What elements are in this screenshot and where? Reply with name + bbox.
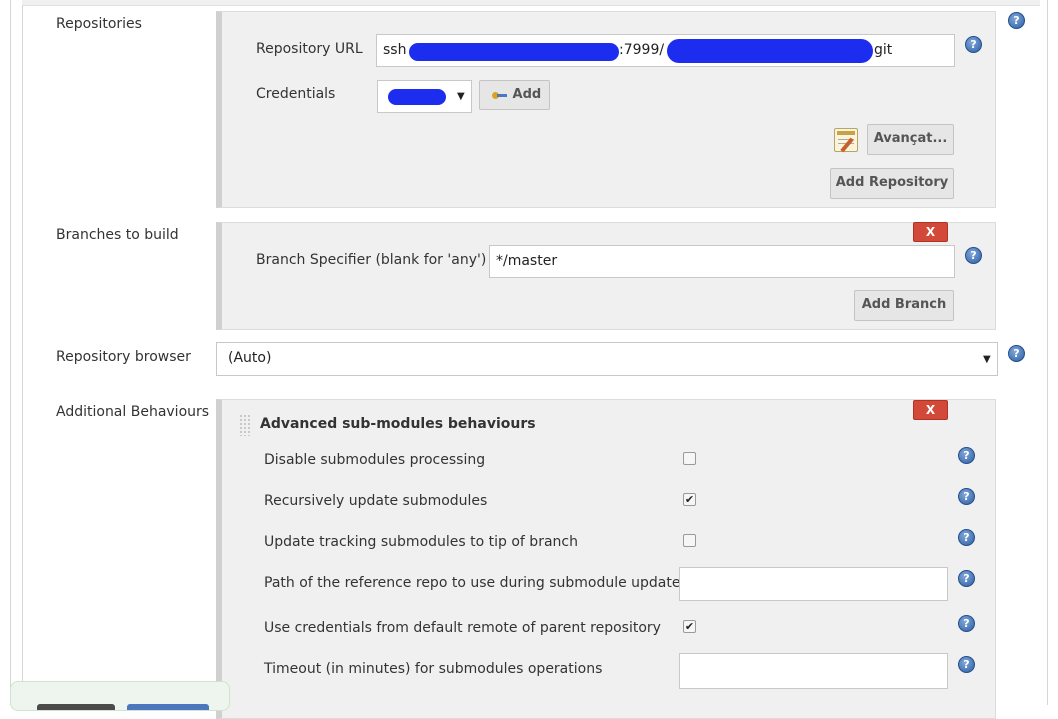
help-icon[interactable]: ? — [958, 529, 975, 546]
repositories-label: Repositories — [56, 16, 142, 32]
behaviour-title: Advanced sub-modules behaviours — [260, 416, 536, 432]
repository-url-mid: :7999/ — [619, 42, 665, 58]
branch-specifier-label: Branch Specifier (blank for 'any') — [256, 252, 487, 268]
delete-behaviour-button[interactable]: X — [913, 400, 948, 420]
redaction-mark — [409, 43, 619, 61]
option-label: Path of the reference repo to use during… — [264, 575, 681, 591]
redaction-mark — [667, 39, 873, 63]
recursive-update-checkbox[interactable]: ✔ — [683, 493, 696, 506]
option-label: Update tracking submodules to tip of bra… — [264, 534, 578, 550]
additional-behaviours-label: Additional Behaviours — [56, 404, 210, 420]
repository-panel: Repository URL ssh :7999/ git Credential… — [216, 11, 996, 208]
notepad-icon[interactable] — [834, 128, 858, 153]
parent-credentials-checkbox[interactable]: ✔ — [683, 620, 696, 633]
help-icon[interactable]: ? — [1008, 345, 1025, 362]
redaction-mark — [388, 89, 446, 105]
add-repository-button[interactable]: Add Repository — [830, 168, 954, 199]
bottom-action-bar — [10, 681, 230, 711]
repository-url-input[interactable]: ssh :7999/ git — [376, 34, 955, 67]
inner-frame-border — [22, 0, 23, 705]
key-icon — [492, 90, 508, 100]
credentials-select[interactable]: ▼ — [377, 80, 472, 113]
option-label: Recursively update submodules — [264, 493, 488, 509]
update-tracking-checkbox[interactable] — [683, 534, 696, 547]
option-label: Disable submodules processing — [264, 452, 486, 468]
branch-panel: X Branch Specifier (blank for 'any') */m… — [216, 222, 996, 330]
left-frame-border — [10, 0, 11, 705]
add-branch-button[interactable]: Add Branch — [854, 290, 954, 321]
repository-url-label: Repository URL — [256, 41, 363, 57]
behaviours-panel: X Advanced sub-modules behaviours Disabl… — [216, 399, 996, 719]
help-icon[interactable]: ? — [965, 247, 982, 264]
check-icon: ✔ — [684, 620, 695, 633]
help-icon[interactable]: ? — [958, 447, 975, 464]
check-icon: ✔ — [684, 493, 695, 506]
repo-browser-value: (Auto) — [228, 350, 272, 366]
timeout-input[interactable] — [679, 653, 948, 689]
help-icon[interactable]: ? — [958, 488, 975, 505]
reference-repo-input[interactable] — [679, 567, 948, 601]
help-icon[interactable]: ? — [1008, 12, 1025, 29]
disable-submodules-checkbox[interactable] — [683, 452, 696, 465]
chevron-down-icon: ▼ — [983, 354, 991, 365]
right-frame-border — [1047, 0, 1048, 705]
add-credentials-label: Add — [512, 87, 542, 102]
repo-browser-select[interactable]: (Auto) ▼ — [216, 342, 998, 376]
repository-url-start: ssh — [383, 42, 407, 58]
top-panel-edge — [22, 0, 1040, 6]
add-credentials-button[interactable]: Add — [479, 80, 550, 110]
drag-handle-icon[interactable] — [239, 414, 251, 436]
option-label: Use credentials from default remote of p… — [264, 620, 661, 636]
help-icon[interactable]: ? — [958, 615, 975, 632]
help-icon[interactable]: ? — [958, 570, 975, 587]
credentials-label: Credentials — [256, 86, 336, 102]
repository-url-end: git — [874, 42, 893, 58]
help-icon[interactable]: ? — [965, 36, 982, 53]
branches-label: Branches to build — [56, 227, 179, 243]
help-icon[interactable]: ? — [958, 656, 975, 673]
delete-branch-button[interactable]: X — [913, 222, 948, 242]
chevron-down-icon: ▼ — [457, 91, 465, 102]
repo-browser-label: Repository browser — [56, 349, 191, 365]
advanced-button[interactable]: Avançat... — [867, 124, 954, 155]
option-label: Timeout (in minutes) for submodules oper… — [264, 661, 603, 677]
branch-specifier-input[interactable]: */master — [489, 245, 955, 278]
